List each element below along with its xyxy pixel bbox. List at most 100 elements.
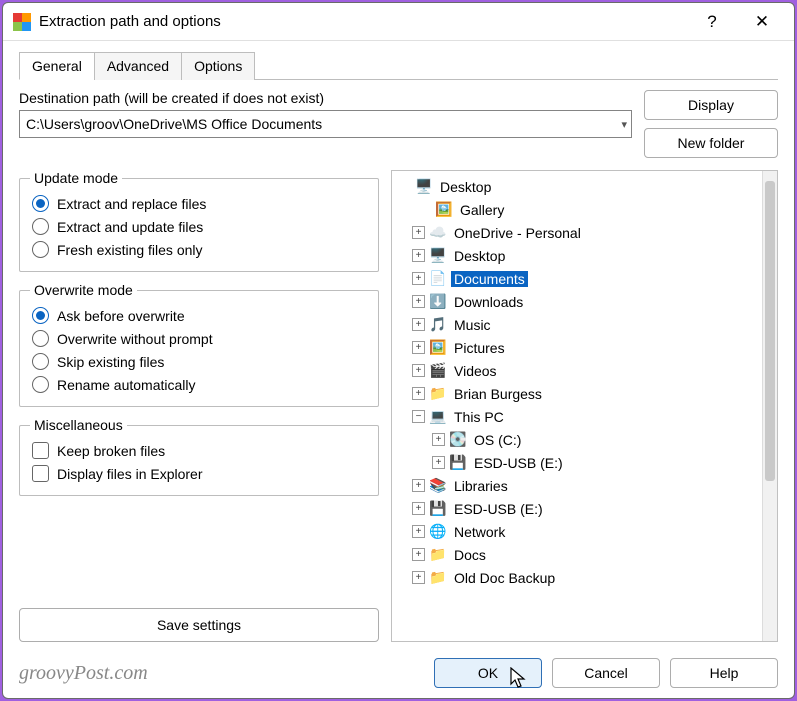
radio-icon [32,218,49,235]
folder-tree[interactable]: 🖥️ Desktop 🖼️ Gallery + ☁️ [391,170,778,642]
radio-icon [32,376,49,393]
videos-icon: 🎬 [429,363,447,379]
checkbox-label: Keep broken files [57,443,165,459]
this-pc-icon: 💻 [429,409,447,425]
usb-drive-icon: 💾 [449,455,467,471]
misc-group: Miscellaneous Keep broken files Display … [19,417,379,496]
tree-node-esd-usb-2[interactable]: + 💾 ESD-USB (E:) [394,497,762,520]
tree-node-desktop-root[interactable]: 🖥️ Desktop [394,175,762,198]
tree-label: Videos [451,363,500,379]
new-folder-button[interactable]: New folder [644,128,778,158]
close-icon[interactable]: ✕ [744,7,780,37]
radio-ask-before-overwrite[interactable]: Ask before overwrite [30,304,368,327]
radio-label: Overwrite without prompt [57,331,213,347]
radio-skip-existing[interactable]: Skip existing files [30,350,368,373]
tree-label: Brian Burgess [451,386,545,402]
tree-node-gallery[interactable]: 🖼️ Gallery [394,198,762,221]
check-keep-broken[interactable]: Keep broken files [30,439,368,462]
tree-node-this-pc[interactable]: − 💻 This PC [394,405,762,428]
radio-rename-auto[interactable]: Rename automatically [30,373,368,396]
expand-icon[interactable]: + [412,249,425,262]
tab-options[interactable]: Options [181,52,255,80]
chevron-down-icon: ▾ [621,118,627,131]
update-mode-legend: Update mode [30,170,122,186]
radio-extract-update[interactable]: Extract and update files [30,215,368,238]
expand-icon[interactable]: + [412,226,425,239]
tree-node-documents[interactable]: + 📄 Documents [394,267,762,290]
window-controls: ? ✕ [694,7,786,37]
check-display-in-explorer[interactable]: Display files in Explorer [30,462,368,485]
radio-icon [32,353,49,370]
tab-advanced[interactable]: Advanced [94,52,182,80]
expand-icon[interactable]: + [412,318,425,331]
expand-icon[interactable]: + [432,456,445,469]
expand-icon[interactable]: − [412,410,425,423]
radio-icon [32,241,49,258]
tree-label: This PC [451,409,507,425]
expand-icon[interactable]: + [412,295,425,308]
drive-icon: 💽 [449,432,467,448]
radio-fresh-existing[interactable]: Fresh existing files only [30,238,368,261]
expand-icon[interactable]: + [432,433,445,446]
expand-icon[interactable]: + [412,479,425,492]
radio-icon [32,195,49,212]
tree-node-os-c[interactable]: + 💽 OS (C:) [394,428,762,451]
radio-overwrite-no-prompt[interactable]: Overwrite without prompt [30,327,368,350]
expand-icon[interactable]: + [412,502,425,515]
dialog-footer: groovyPost.com OK Cancel Help [3,652,794,698]
watermark-text: groovyPost.com [19,662,424,685]
expand-icon[interactable]: + [412,571,425,584]
tree-node-onedrive[interactable]: + ☁️ OneDrive - Personal [394,221,762,244]
expand-icon[interactable]: + [412,272,425,285]
tree-label: Documents [451,271,528,287]
tree-node-libraries[interactable]: + 📚 Libraries [394,474,762,497]
checkbox-icon [32,465,49,482]
tree-node-music[interactable]: + 🎵 Music [394,313,762,336]
tree-label: Network [451,524,508,540]
display-button[interactable]: Display [644,90,778,120]
window-title: Extraction path and options [39,13,686,30]
tree-label: Desktop [451,248,508,264]
tree-label: Pictures [451,340,508,356]
expand-icon[interactable]: + [412,525,425,538]
scrollbar-thumb[interactable] [765,181,775,481]
radio-icon [32,307,49,324]
tree-node-downloads[interactable]: + ⬇️ Downloads [394,290,762,313]
tab-general[interactable]: General [19,52,95,80]
expand-icon[interactable]: + [412,387,425,400]
tree-node-videos[interactable]: + 🎬 Videos [394,359,762,382]
tree-label: Libraries [451,478,511,494]
ok-button[interactable]: OK [434,658,542,688]
tree-node-user-folder[interactable]: + 📁 Brian Burgess [394,382,762,405]
desktop-icon: 🖥️ [429,248,447,264]
tree-node-desktop[interactable]: + 🖥️ Desktop [394,244,762,267]
cancel-button[interactable]: Cancel [552,658,660,688]
pictures-icon: 🖼️ [429,340,447,356]
expand-icon[interactable]: + [412,341,425,354]
radio-extract-replace[interactable]: Extract and replace files [30,192,368,215]
dialog-content: General Advanced Options Destination pat… [3,41,794,652]
tree-label: Docs [451,547,489,563]
radio-label: Extract and update files [57,219,203,235]
save-settings-button[interactable]: Save settings [19,608,379,642]
tree-node-pictures[interactable]: + 🖼️ Pictures [394,336,762,359]
destination-path-combo[interactable]: C:\Users\groov\OneDrive\MS Office Docume… [19,110,632,138]
expand-icon[interactable]: + [412,364,425,377]
destination-label: Destination path (will be created if doe… [19,90,632,106]
tree-node-esd-usb[interactable]: + 💾 ESD-USB (E:) [394,451,762,474]
tree-node-docs[interactable]: + 📁 Docs [394,543,762,566]
tree-label: Music [451,317,494,333]
checkbox-label: Display files in Explorer [57,466,203,482]
tree-node-network[interactable]: + 🌐 Network [394,520,762,543]
desktop-icon: 🖥️ [415,179,433,195]
tree-node-old-backup[interactable]: + 📁 Old Doc Backup [394,566,762,589]
expand-icon[interactable]: + [412,548,425,561]
tree-label: ESD-USB (E:) [451,501,546,517]
help-button[interactable]: Help [670,658,778,688]
folder-icon: 📁 [429,386,447,402]
tabs: General Advanced Options [19,51,778,80]
help-button-icon[interactable]: ? [694,7,730,37]
onedrive-icon: ☁️ [429,225,447,241]
tree-scrollbar[interactable] [762,171,777,641]
gallery-icon: 🖼️ [435,202,453,218]
